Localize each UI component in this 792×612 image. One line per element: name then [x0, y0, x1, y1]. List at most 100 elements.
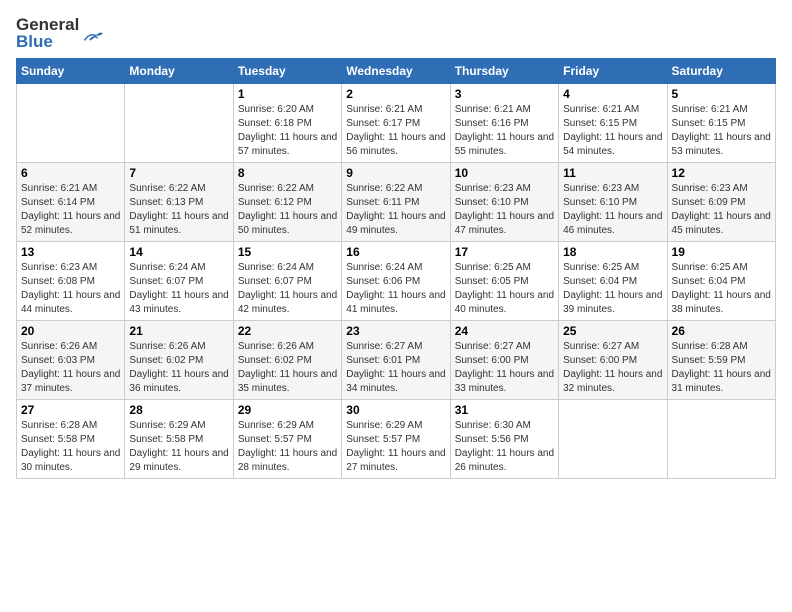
cell-content: Sunrise: 6:28 AMSunset: 5:58 PMDaylight:…	[21, 419, 120, 475]
cell-content: Sunrise: 6:25 AMSunset: 6:04 PMDaylight:…	[672, 261, 771, 317]
cell-content: Sunrise: 6:21 AMSunset: 6:17 PMDaylight:…	[346, 103, 445, 159]
calendar-cell	[125, 84, 233, 163]
calendar-cell	[667, 400, 775, 479]
weekday-header: Tuesday	[233, 59, 341, 84]
day-number: 25	[563, 324, 662, 338]
cell-content: Sunrise: 6:26 AMSunset: 6:02 PMDaylight:…	[129, 340, 228, 396]
calendar-week-row: 6 Sunrise: 6:21 AMSunset: 6:14 PMDaylight…	[17, 163, 776, 242]
calendar-cell: 2Sunrise: 6:21 AMSunset: 6:17 PMDaylight…	[342, 84, 450, 163]
cell-content: Sunrise: 6:21 AMSunset: 6:15 PMDaylight:…	[672, 103, 771, 159]
day-number: 18	[563, 245, 662, 259]
day-number: 24	[455, 324, 554, 338]
calendar-cell: 1 Sunrise: 6:20 AMSunset: 6:18 PMDaylight…	[233, 84, 341, 163]
calendar-cell: 24 Sunrise: 6:27 AMSunset: 6:00 PMDayligh…	[450, 321, 558, 400]
cell-content: Sunrise: 6:27 AMSunset: 6:00 PMDaylight:…	[455, 340, 554, 396]
calendar-cell: 9Sunrise: 6:22 AMSunset: 6:11 PMDaylight…	[342, 163, 450, 242]
calendar-cell: 16 Sunrise: 6:24 AMSunset: 6:06 PMDayligh…	[342, 242, 450, 321]
cell-content: Sunrise: 6:21 AMSunset: 6:15 PMDaylight:…	[563, 103, 662, 159]
day-number: 19	[672, 245, 771, 259]
day-number: 31	[455, 403, 554, 417]
day-number: 6	[21, 166, 120, 180]
cell-content: Sunrise: 6:28 AMSunset: 5:59 PMDaylight:…	[672, 340, 771, 396]
cell-content: Sunrise: 6:21 AMSunset: 6:14 PMDaylight:…	[21, 182, 120, 238]
calendar-week-row: 20 Sunrise: 6:26 AMSunset: 6:03 PMDayligh…	[17, 321, 776, 400]
logo-general: General	[16, 16, 79, 33]
day-number: 22	[238, 324, 337, 338]
day-number: 20	[21, 324, 120, 338]
page-header: General Blue	[16, 16, 776, 50]
calendar-cell: 15 Sunrise: 6:24 AMSunset: 6:07 PMDayligh…	[233, 242, 341, 321]
calendar-cell: 22 Sunrise: 6:26 AMSunset: 6:02 PMDayligh…	[233, 321, 341, 400]
calendar-cell: 14 Sunrise: 6:24 AMSunset: 6:07 PMDayligh…	[125, 242, 233, 321]
calendar-cell: 4 Sunrise: 6:21 AMSunset: 6:15 PMDaylight…	[559, 84, 667, 163]
day-number: 10	[455, 166, 554, 180]
day-number: 9	[346, 166, 445, 180]
cell-content: Sunrise: 6:23 AMSunset: 6:10 PMDaylight:…	[455, 182, 554, 238]
calendar-cell: 5 Sunrise: 6:21 AMSunset: 6:15 PMDaylight…	[667, 84, 775, 163]
day-number: 17	[455, 245, 554, 259]
day-number: 21	[129, 324, 228, 338]
calendar-cell: 19 Sunrise: 6:25 AMSunset: 6:04 PMDayligh…	[667, 242, 775, 321]
calendar-cell: 27 Sunrise: 6:28 AMSunset: 5:58 PMDayligh…	[17, 400, 125, 479]
cell-content: Sunrise: 6:22 AMSunset: 6:13 PMDaylight:…	[129, 182, 228, 238]
calendar-cell: 26Sunrise: 6:28 AMSunset: 5:59 PMDayligh…	[667, 321, 775, 400]
day-number: 30	[346, 403, 445, 417]
cell-content: Sunrise: 6:26 AMSunset: 6:03 PMDaylight:…	[21, 340, 120, 396]
logo-bird-icon	[81, 26, 103, 48]
calendar-cell: 3 Sunrise: 6:21 AMSunset: 6:16 PMDaylight…	[450, 84, 558, 163]
day-number: 3	[455, 87, 554, 101]
calendar-cell: 23 Sunrise: 6:27 AMSunset: 6:01 PMDayligh…	[342, 321, 450, 400]
day-number: 14	[129, 245, 228, 259]
weekday-header: Sunday	[17, 59, 125, 84]
day-number: 7	[129, 166, 228, 180]
day-number: 1	[238, 87, 337, 101]
calendar-cell: 7 Sunrise: 6:22 AMSunset: 6:13 PMDaylight…	[125, 163, 233, 242]
cell-content: Sunrise: 6:26 AMSunset: 6:02 PMDaylight:…	[238, 340, 337, 396]
cell-content: Sunrise: 6:22 AMSunset: 6:12 PMDaylight:…	[238, 182, 337, 238]
cell-content: Sunrise: 6:30 AMSunset: 5:56 PMDaylight:…	[455, 419, 554, 475]
cell-content: Sunrise: 6:29 AMSunset: 5:57 PMDaylight:…	[346, 419, 445, 475]
weekday-header: Thursday	[450, 59, 558, 84]
calendar-cell: 30 Sunrise: 6:29 AMSunset: 5:57 PMDayligh…	[342, 400, 450, 479]
cell-content: Sunrise: 6:23 AMSunset: 6:09 PMDaylight:…	[672, 182, 771, 238]
weekday-header: Monday	[125, 59, 233, 84]
cell-content: Sunrise: 6:27 AMSunset: 6:01 PMDaylight:…	[346, 340, 445, 396]
cell-content: Sunrise: 6:24 AMSunset: 6:07 PMDaylight:…	[238, 261, 337, 317]
cell-content: Sunrise: 6:25 AMSunset: 6:05 PMDaylight:…	[455, 261, 554, 317]
calendar-cell: 21 Sunrise: 6:26 AMSunset: 6:02 PMDayligh…	[125, 321, 233, 400]
day-number: 27	[21, 403, 120, 417]
calendar-cell: 29Sunrise: 6:29 AMSunset: 5:57 PMDayligh…	[233, 400, 341, 479]
weekday-header: Saturday	[667, 59, 775, 84]
day-number: 15	[238, 245, 337, 259]
cell-content: Sunrise: 6:23 AMSunset: 6:10 PMDaylight:…	[563, 182, 662, 238]
day-number: 12	[672, 166, 771, 180]
cell-content: Sunrise: 6:21 AMSunset: 6:16 PMDaylight:…	[455, 103, 554, 159]
day-number: 13	[21, 245, 120, 259]
logo-blue: Blue	[16, 33, 79, 50]
calendar-cell: 13Sunrise: 6:23 AMSunset: 6:08 PMDayligh…	[17, 242, 125, 321]
cell-content: Sunrise: 6:24 AMSunset: 6:07 PMDaylight:…	[129, 261, 228, 317]
cell-content: Sunrise: 6:24 AMSunset: 6:06 PMDaylight:…	[346, 261, 445, 317]
weekday-header: Wednesday	[342, 59, 450, 84]
day-number: 23	[346, 324, 445, 338]
calendar-cell: 17 Sunrise: 6:25 AMSunset: 6:05 PMDayligh…	[450, 242, 558, 321]
day-number: 4	[563, 87, 662, 101]
calendar-cell: 6 Sunrise: 6:21 AMSunset: 6:14 PMDaylight…	[17, 163, 125, 242]
day-number: 5	[672, 87, 771, 101]
day-number: 16	[346, 245, 445, 259]
calendar-cell: 18 Sunrise: 6:25 AMSunset: 6:04 PMDayligh…	[559, 242, 667, 321]
calendar-cell	[559, 400, 667, 479]
day-number: 8	[238, 166, 337, 180]
calendar-cell: 8 Sunrise: 6:22 AMSunset: 6:12 PMDaylight…	[233, 163, 341, 242]
logo-container: General Blue	[16, 16, 103, 50]
calendar-cell: 11 Sunrise: 6:23 AMSunset: 6:10 PMDayligh…	[559, 163, 667, 242]
day-number: 11	[563, 166, 662, 180]
cell-content: Sunrise: 6:29 AMSunset: 5:57 PMDaylight:…	[238, 419, 337, 475]
calendar-week-row: 13Sunrise: 6:23 AMSunset: 6:08 PMDayligh…	[17, 242, 776, 321]
cell-content: Sunrise: 6:20 AMSunset: 6:18 PMDaylight:…	[238, 103, 337, 159]
cell-content: Sunrise: 6:25 AMSunset: 6:04 PMDaylight:…	[563, 261, 662, 317]
cell-content: Sunrise: 6:27 AMSunset: 6:00 PMDaylight:…	[563, 340, 662, 396]
weekday-header: Friday	[559, 59, 667, 84]
calendar-table: SundayMondayTuesdayWednesdayThursdayFrid…	[16, 58, 776, 479]
calendar-cell: 20 Sunrise: 6:26 AMSunset: 6:03 PMDayligh…	[17, 321, 125, 400]
